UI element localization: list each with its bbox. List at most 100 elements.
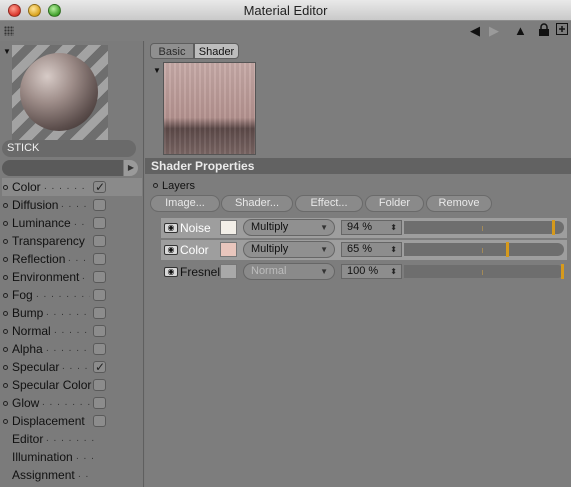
channel-item[interactable]: Illumination. . . . . . . . . . . . — [2, 448, 142, 466]
animation-dot-icon[interactable] — [3, 203, 8, 208]
shader-button[interactable]: Shader... — [221, 195, 293, 212]
channel-item[interactable]: Fog. . . . . . . . . . . . — [2, 286, 142, 304]
visibility-eye-icon[interactable]: ◉ — [164, 223, 178, 233]
slider-thumb[interactable] — [561, 264, 564, 279]
animation-dot-icon[interactable] — [3, 329, 8, 334]
new-window-icon[interactable] — [556, 23, 568, 39]
animation-dot-icon[interactable] — [3, 419, 8, 424]
channel-item[interactable]: Luminance. . . . . . . . . . . . — [2, 214, 142, 232]
channel-checkbox[interactable] — [93, 307, 106, 319]
search-arrow-icon[interactable]: ▶ — [124, 160, 138, 176]
channel-item[interactable]: Editor. . . . . . . . . . . . — [2, 430, 142, 448]
animation-dot-icon[interactable] — [3, 311, 8, 316]
spinner-arrows-icon[interactable]: ⬍ — [390, 243, 397, 256]
channel-checkbox[interactable] — [93, 235, 106, 247]
shader-layer-row[interactable]: ◉ Fresnel Normal ▼ 100 % ⬍ — [161, 262, 567, 282]
animation-dot-icon[interactable] — [3, 239, 8, 244]
channel-item[interactable]: Color. . . . . . . . . . . . — [2, 178, 142, 196]
spinner-arrows-icon[interactable]: ⬍ — [390, 221, 397, 234]
remove-button[interactable]: Remove — [426, 195, 492, 212]
layer-name: Color — [180, 243, 209, 257]
opacity-value: 94 % — [347, 221, 373, 233]
channel-search-field[interactable] — [2, 160, 123, 176]
shader-preview-menu-arrow-icon[interactable]: ▼ — [153, 66, 161, 75]
tab-shader[interactable]: Shader — [194, 43, 239, 59]
channel-checkbox[interactable] — [93, 325, 106, 337]
channel-checkbox[interactable] — [93, 271, 106, 283]
animation-dot-icon[interactable] — [3, 185, 8, 190]
animation-dot-icon[interactable] — [3, 383, 8, 388]
up-arrow-icon[interactable]: ▲ — [514, 23, 527, 39]
opacity-slider[interactable] — [404, 242, 564, 257]
channel-checkbox[interactable] — [93, 343, 106, 355]
visibility-eye-icon[interactable]: ◉ — [164, 267, 178, 277]
channel-checkbox[interactable] — [93, 379, 106, 391]
blend-mode-dropdown[interactable]: Multiply ▼ — [243, 241, 335, 258]
channel-item[interactable]: Bump. . . . . . . . . . . . — [2, 304, 142, 322]
material-preview[interactable] — [12, 45, 108, 141]
slider-thumb[interactable] — [506, 242, 509, 257]
animation-dot-icon[interactable] — [3, 365, 8, 370]
channel-checkbox[interactable] — [93, 397, 106, 409]
channel-checkbox[interactable] — [93, 253, 106, 265]
opacity-slider[interactable] — [404, 264, 564, 279]
forward-arrow-icon[interactable]: ▶ — [489, 23, 499, 39]
grip-icon[interactable] — [4, 26, 14, 36]
layer-thumbnail[interactable] — [220, 264, 237, 279]
blend-mode-dropdown[interactable]: Normal ▼ — [243, 263, 335, 280]
tab-basic[interactable]: Basic — [150, 43, 194, 59]
animation-dot-icon[interactable] — [3, 257, 8, 262]
animation-dot-icon[interactable] — [3, 275, 8, 280]
spinner-arrows-icon[interactable]: ⬍ — [390, 265, 397, 278]
opacity-field[interactable]: 65 % ⬍ — [341, 242, 402, 257]
channel-checkbox[interactable] — [93, 358, 106, 376]
animation-dot-icon[interactable] — [3, 221, 8, 226]
visibility-eye-icon[interactable]: ◉ — [164, 245, 178, 255]
layer-name: Noise — [180, 221, 211, 235]
channel-checkbox[interactable] — [93, 289, 106, 301]
animation-dot-icon[interactable] — [3, 347, 8, 352]
channel-label: Transparency — [12, 234, 85, 248]
lock-icon[interactable] — [538, 23, 550, 39]
slider-thumb[interactable] — [552, 220, 555, 235]
dotted-leader: . . . . . . . . . . . . — [36, 289, 90, 300]
preview-menu-arrow-icon[interactable]: ▼ — [3, 47, 11, 56]
blend-mode-dropdown[interactable]: Multiply ▼ — [243, 219, 335, 236]
channel-item[interactable]: Environment. . . . . . . . . . . . — [2, 268, 142, 286]
layers-label-text: Layers — [162, 180, 196, 192]
channel-item[interactable]: Transparency — [2, 232, 142, 250]
channel-item[interactable]: Alpha. . . . . . . . . . . . — [2, 340, 142, 358]
layer-thumbnail[interactable] — [220, 220, 237, 235]
shader-layer-row[interactable]: ◉ Noise Multiply ▼ 94 % ⬍ — [161, 218, 567, 238]
opacity-field[interactable]: 100 % ⬍ — [341, 264, 402, 279]
channel-item[interactable]: Diffusion. . . . . . . . . . . . — [2, 196, 142, 214]
back-arrow-icon[interactable]: ◀ — [470, 23, 480, 39]
animation-dot-icon[interactable] — [3, 401, 8, 406]
opacity-slider[interactable] — [404, 220, 564, 235]
slider-midpoint-tick — [482, 270, 483, 275]
layers-label: Layers — [153, 180, 195, 192]
material-name-field[interactable]: STICK — [2, 140, 136, 157]
shader-layer-row[interactable]: ◉ Color Multiply ▼ 65 % ⬍ — [161, 240, 567, 260]
effect-button[interactable]: Effect... — [295, 195, 363, 212]
animation-dot-icon[interactable] — [153, 183, 158, 188]
channel-item[interactable]: Specular Color — [2, 376, 142, 394]
channel-item[interactable]: Normal. . . . . . . . . . . . — [2, 322, 142, 340]
folder-button[interactable]: Folder — [365, 195, 424, 212]
opacity-field[interactable]: 94 % ⬍ — [341, 220, 402, 235]
channel-checkbox[interactable] — [93, 217, 106, 229]
channel-item[interactable]: Glow. . . . . . . . . . . . — [2, 394, 142, 412]
layer-name: Fresnel — [180, 265, 221, 279]
channel-checkbox[interactable] — [93, 415, 106, 427]
title-bar: Material Editor — [0, 0, 571, 21]
channel-item[interactable]: Assignment. . . . . . . . . . . . — [2, 466, 142, 484]
channel-checkbox[interactable] — [93, 178, 106, 196]
image-button[interactable]: Image... — [150, 195, 220, 212]
animation-dot-icon[interactable] — [3, 293, 8, 298]
layer-thumbnail[interactable] — [220, 242, 237, 257]
channel-label: Displacement — [12, 414, 85, 428]
channel-item[interactable]: Specular. . . . . . . . . . . . — [2, 358, 142, 376]
channel-item[interactable]: Displacement — [2, 412, 142, 430]
channel-checkbox[interactable] — [93, 199, 106, 211]
channel-item[interactable]: Reflection. . . . . . . . . . . . — [2, 250, 142, 268]
